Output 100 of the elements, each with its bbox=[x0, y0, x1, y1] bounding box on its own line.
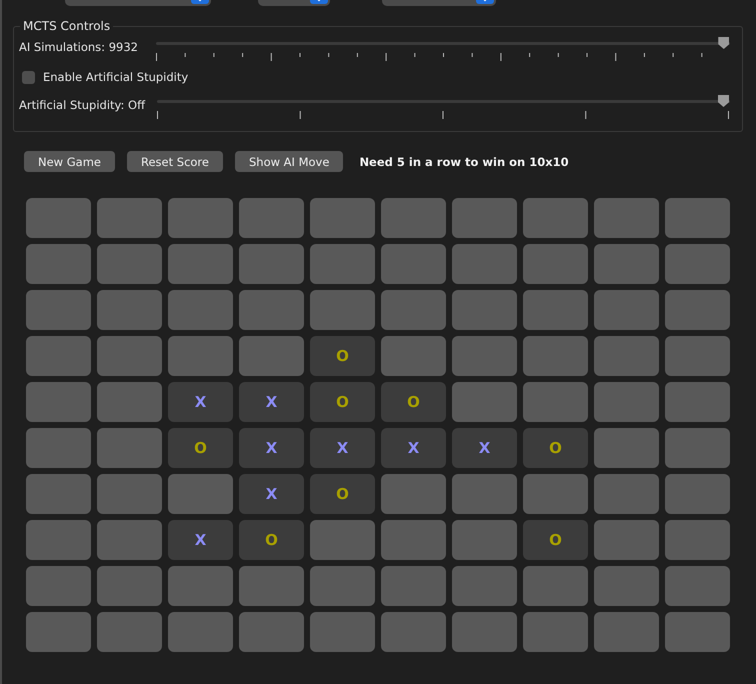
board-cell[interactable] bbox=[26, 612, 91, 652]
action-button[interactable]: New Game bbox=[24, 151, 115, 172]
board-cell[interactable] bbox=[594, 520, 659, 560]
board-cell[interactable]: X bbox=[239, 382, 304, 422]
board-cell[interactable] bbox=[26, 566, 91, 606]
board-cell[interactable] bbox=[310, 198, 375, 238]
board-cell[interactable] bbox=[239, 336, 304, 376]
board-cell[interactable] bbox=[168, 612, 233, 652]
board-cell[interactable] bbox=[594, 290, 659, 330]
slider-thumb[interactable] bbox=[718, 37, 730, 49]
board-cell[interactable] bbox=[452, 474, 517, 514]
board-cell[interactable] bbox=[310, 566, 375, 606]
board-cell[interactable] bbox=[381, 612, 446, 652]
board-cell[interactable] bbox=[26, 520, 91, 560]
board-cell[interactable] bbox=[381, 336, 446, 376]
board-cell[interactable] bbox=[239, 290, 304, 330]
board-cell[interactable] bbox=[523, 336, 588, 376]
board-cell[interactable] bbox=[168, 244, 233, 284]
board-cell[interactable] bbox=[665, 290, 730, 330]
board-cell[interactable] bbox=[239, 612, 304, 652]
board-cell[interactable] bbox=[594, 566, 659, 606]
board-cell[interactable]: X bbox=[239, 428, 304, 468]
board-cell[interactable] bbox=[665, 566, 730, 606]
board-cell[interactable] bbox=[665, 336, 730, 376]
board-cell[interactable]: O bbox=[523, 428, 588, 468]
board-cell[interactable] bbox=[381, 566, 446, 606]
board-cell[interactable] bbox=[523, 474, 588, 514]
board-cell[interactable] bbox=[97, 520, 162, 560]
board-cell[interactable] bbox=[594, 198, 659, 238]
board-cell[interactable]: O bbox=[381, 382, 446, 422]
board-cell[interactable] bbox=[665, 428, 730, 468]
board-cell[interactable] bbox=[665, 382, 730, 422]
board-cell[interactable] bbox=[381, 520, 446, 560]
board-cell[interactable] bbox=[452, 382, 517, 422]
board-cell[interactable] bbox=[523, 612, 588, 652]
board-cell[interactable]: X bbox=[452, 428, 517, 468]
board-cell[interactable] bbox=[665, 244, 730, 284]
board-cell[interactable] bbox=[310, 244, 375, 284]
board-cell[interactable] bbox=[381, 244, 446, 284]
board-cell[interactable] bbox=[97, 290, 162, 330]
board-cell[interactable] bbox=[26, 382, 91, 422]
board-cell[interactable] bbox=[168, 474, 233, 514]
board-cell[interactable] bbox=[594, 612, 659, 652]
board-cell[interactable] bbox=[168, 336, 233, 376]
board-cell[interactable]: O bbox=[523, 520, 588, 560]
board-cell[interactable] bbox=[168, 566, 233, 606]
board-cell[interactable]: O bbox=[310, 336, 375, 376]
board-cell[interactable] bbox=[97, 566, 162, 606]
board-cell[interactable] bbox=[97, 612, 162, 652]
board-cell[interactable] bbox=[168, 290, 233, 330]
board-cell[interactable] bbox=[594, 382, 659, 422]
board-cell[interactable] bbox=[26, 474, 91, 514]
board-cell[interactable]: O bbox=[310, 382, 375, 422]
board-cell[interactable] bbox=[665, 520, 730, 560]
board-cell[interactable] bbox=[310, 612, 375, 652]
board-cell[interactable] bbox=[168, 198, 233, 238]
board-cell[interactable]: O bbox=[310, 474, 375, 514]
board-cell[interactable] bbox=[97, 428, 162, 468]
board-cell[interactable] bbox=[26, 290, 91, 330]
board-cell[interactable] bbox=[452, 612, 517, 652]
board-cell[interactable] bbox=[452, 290, 517, 330]
board-cell[interactable] bbox=[97, 474, 162, 514]
board-cell[interactable] bbox=[452, 198, 517, 238]
board-cell[interactable]: X bbox=[168, 520, 233, 560]
board-cell[interactable] bbox=[452, 336, 517, 376]
board-cell[interactable] bbox=[665, 474, 730, 514]
board-cell[interactable]: X bbox=[381, 428, 446, 468]
board-cell[interactable] bbox=[523, 244, 588, 284]
board-cell[interactable] bbox=[381, 198, 446, 238]
board-cell[interactable]: O bbox=[239, 520, 304, 560]
slider[interactable] bbox=[156, 37, 730, 50]
board-cell[interactable] bbox=[452, 566, 517, 606]
board-cell[interactable] bbox=[594, 474, 659, 514]
board-cell[interactable]: X bbox=[239, 474, 304, 514]
board-cell[interactable] bbox=[381, 290, 446, 330]
board-cell[interactable] bbox=[26, 244, 91, 284]
checkbox[interactable] bbox=[22, 70, 35, 84]
board-cell[interactable] bbox=[594, 428, 659, 468]
board-cell[interactable] bbox=[452, 244, 517, 284]
action-button[interactable]: Reset Score bbox=[126, 151, 223, 172]
board-cell[interactable] bbox=[239, 566, 304, 606]
board-cell[interactable] bbox=[381, 474, 446, 514]
slider-thumb[interactable] bbox=[718, 95, 729, 107]
board-cell[interactable] bbox=[97, 198, 162, 238]
board-cell[interactable] bbox=[452, 520, 517, 560]
board-cell[interactable] bbox=[594, 336, 659, 376]
board-cell[interactable] bbox=[97, 244, 162, 284]
board-cell[interactable] bbox=[594, 244, 659, 284]
board-cell[interactable] bbox=[239, 198, 304, 238]
board-cell[interactable] bbox=[665, 198, 730, 238]
board-cell[interactable] bbox=[523, 198, 588, 238]
board-cell[interactable] bbox=[523, 290, 588, 330]
board-cell[interactable] bbox=[26, 428, 91, 468]
board-cell[interactable] bbox=[310, 520, 375, 560]
board-cell[interactable] bbox=[523, 566, 588, 606]
board-cell[interactable]: X bbox=[310, 428, 375, 468]
board-cell[interactable] bbox=[239, 244, 304, 284]
board-cell[interactable] bbox=[310, 290, 375, 330]
board-cell[interactable] bbox=[97, 382, 162, 422]
board-cell[interactable]: X bbox=[168, 382, 233, 422]
